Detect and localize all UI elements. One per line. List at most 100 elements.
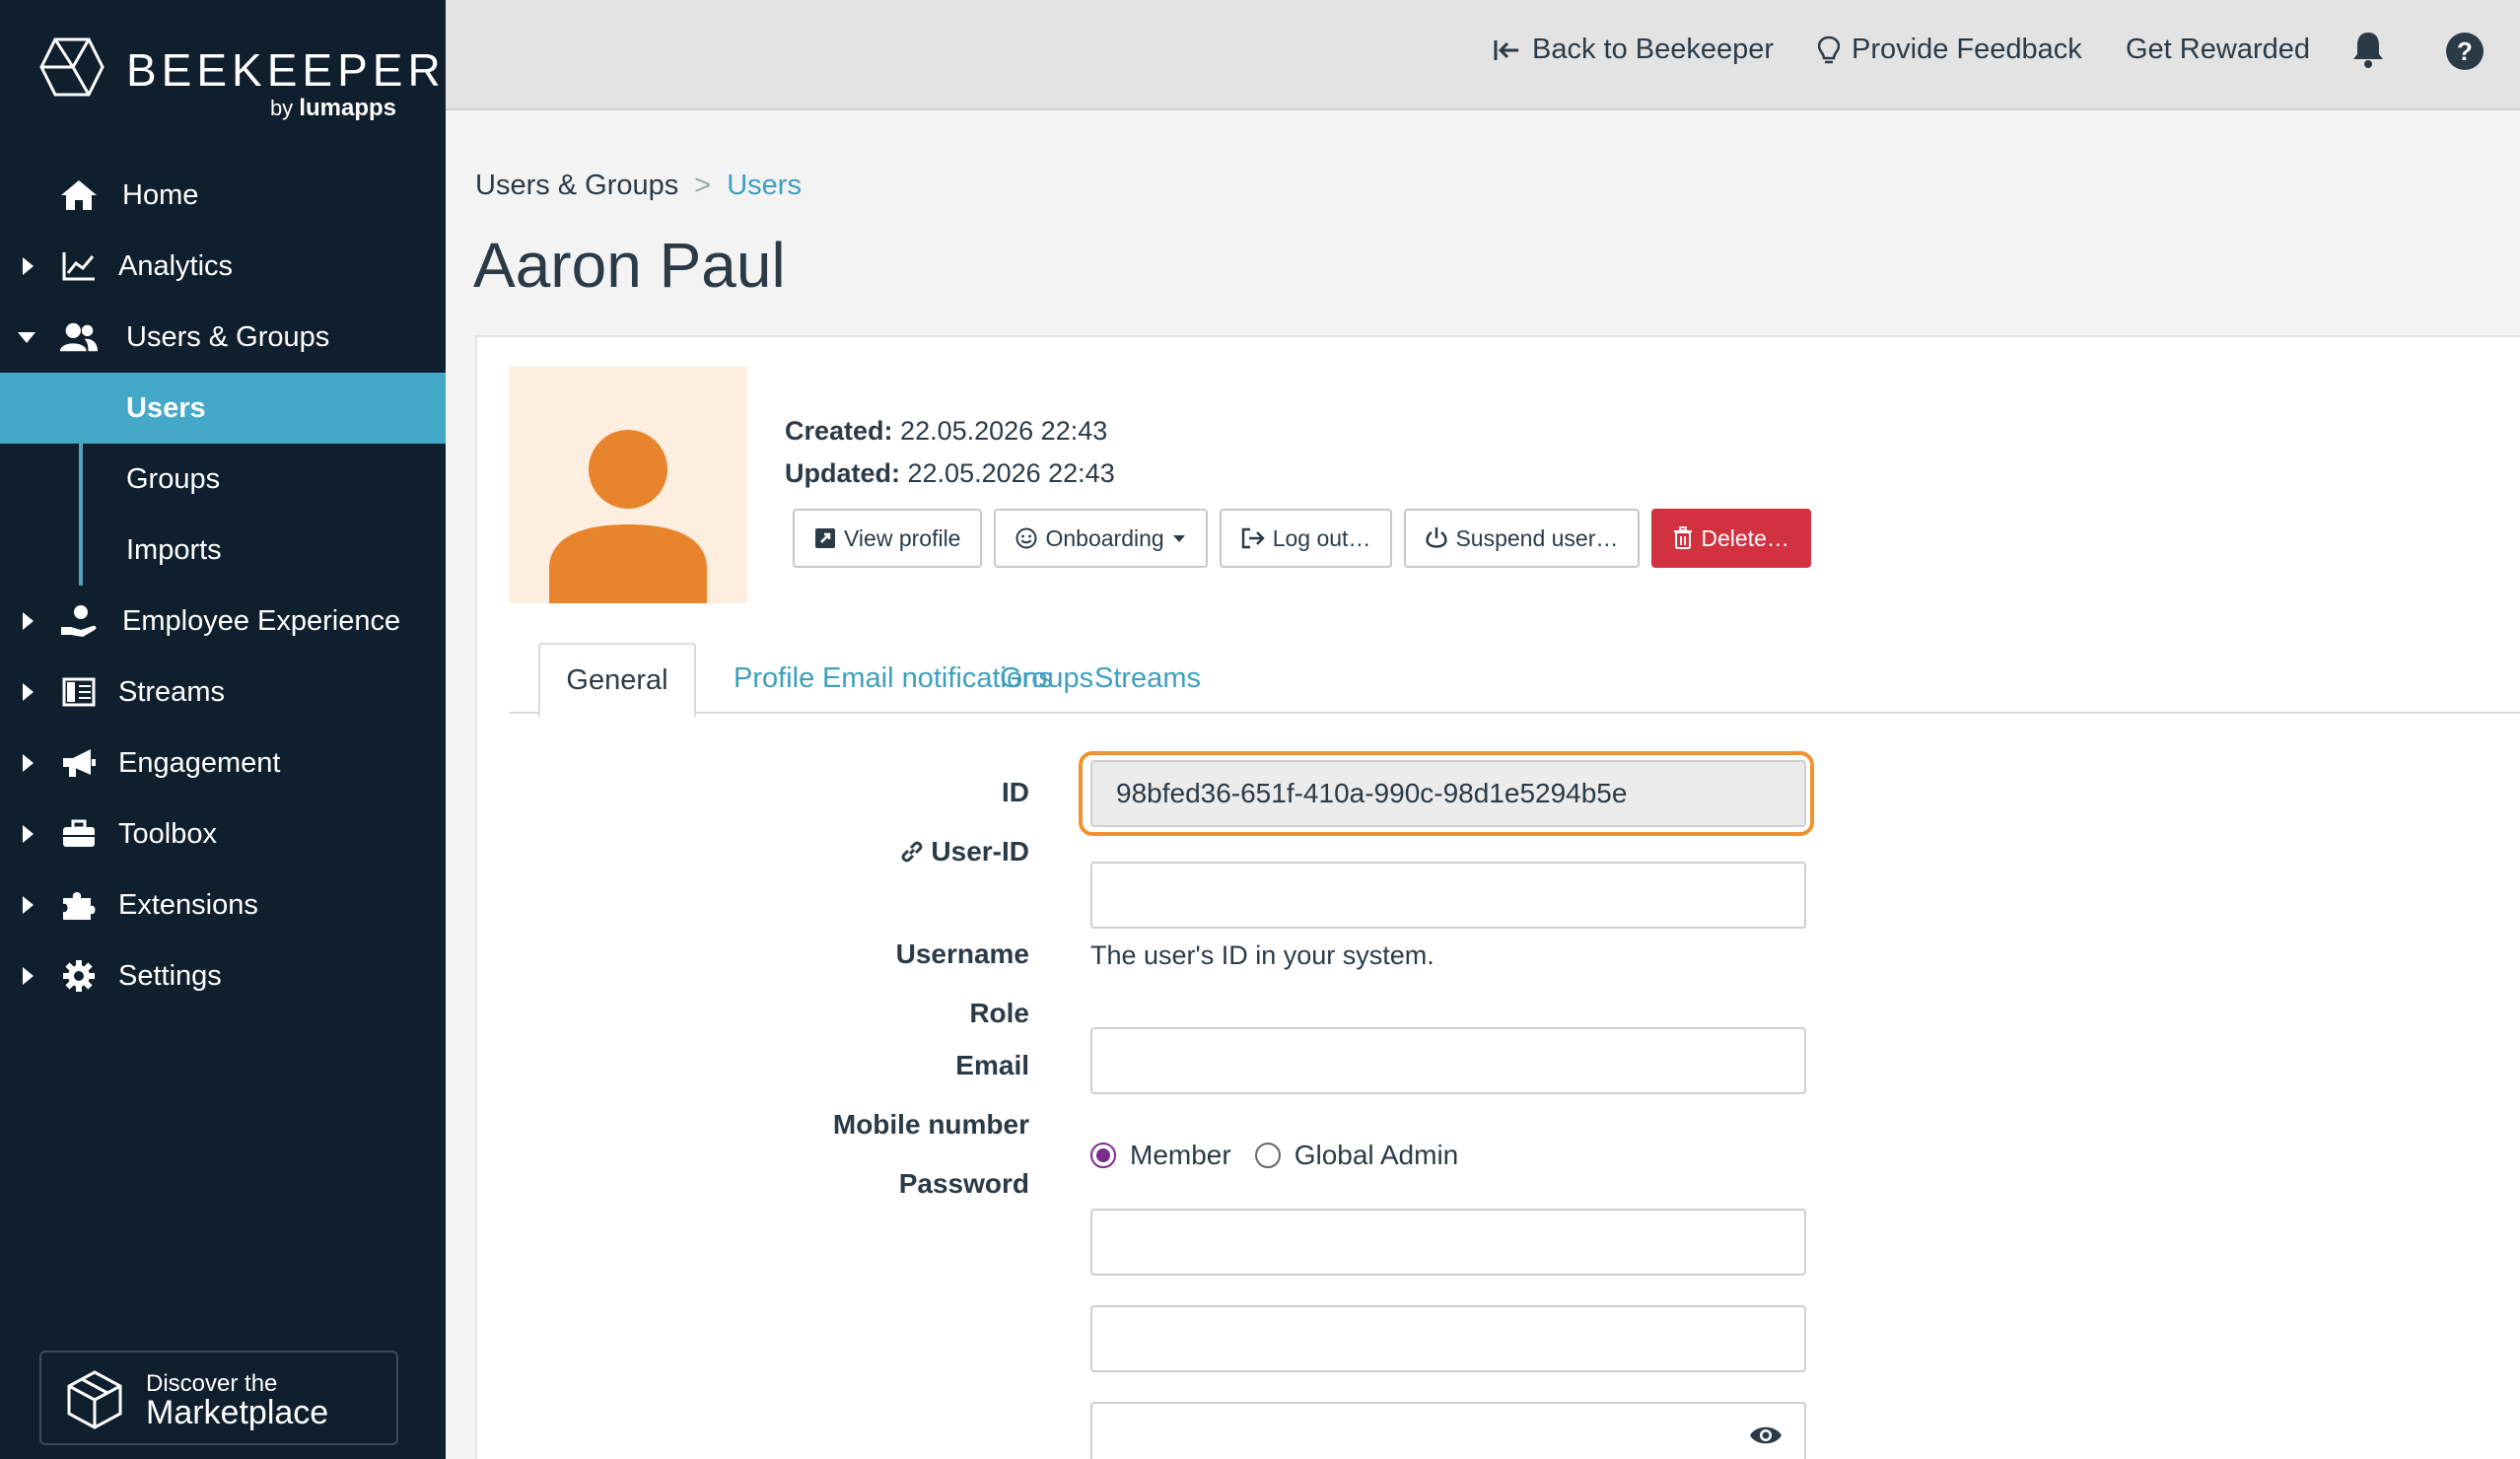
gear-icon	[59, 958, 99, 994]
sidebar-item-engagement[interactable]: Engagement	[0, 728, 446, 799]
role-member-radio[interactable]	[1090, 1143, 1116, 1168]
provide-feedback-link[interactable]: Provide Feedback	[1818, 34, 2082, 66]
user-tabs: General Profile Email notifications Grou…	[509, 641, 2520, 718]
arrow-left-to-line-icon	[1494, 39, 1518, 60]
user-placeholder-icon	[549, 430, 707, 603]
delete-label: Delete…	[1701, 524, 1789, 551]
get-rewarded-link[interactable]: Get Rewarded	[2126, 34, 2310, 66]
back-to-beekeeper-link[interactable]: Back to Beekeeper	[1493, 34, 1774, 66]
tab-streams[interactable]: Streams	[1094, 641, 1201, 716]
get-rewarded-label: Get Rewarded	[2126, 34, 2310, 65]
discover-marketplace-button[interactable]: Discover the Marketplace	[39, 1351, 398, 1445]
onboarding-dropdown-button[interactable]: Onboarding	[994, 509, 1208, 568]
sidebar-item-label: Toolbox	[118, 817, 217, 850]
home-icon	[59, 177, 99, 213]
sidebar-item-label: Home	[122, 178, 199, 211]
sidebar-item-analytics[interactable]: Analytics	[0, 231, 446, 302]
tab-groups[interactable]: Groups	[1000, 641, 1093, 716]
sidebar-subitem-label: Users	[126, 391, 206, 424]
mobile-number-field[interactable]	[1090, 1305, 1806, 1372]
sidebar-subitem-users[interactable]: Users	[0, 373, 446, 444]
line-chart-icon	[59, 248, 99, 284]
notifications-button[interactable]	[2350, 30, 2398, 69]
eye-icon[interactable]	[1749, 1424, 1783, 1447]
username-label: Username	[895, 938, 1029, 969]
tab-general[interactable]: General	[538, 643, 696, 718]
users-groups-subnav: Users Groups Imports	[0, 373, 446, 586]
role-global-admin-label[interactable]: Global Admin	[1295, 1140, 1459, 1171]
avatar[interactable]	[509, 367, 747, 603]
user-id-help-text: The user's ID in your system.	[1090, 940, 1435, 970]
caret-right-icon	[23, 967, 34, 985]
email-field[interactable]	[1090, 1209, 1806, 1276]
password-label: Password	[898, 1168, 1029, 1199]
sidebar-item-label: Engagement	[118, 746, 281, 779]
password-field[interactable]	[1090, 1402, 1806, 1459]
sidebar-item-home[interactable]: Home	[0, 160, 446, 231]
id-field[interactable]: 98bfed36-651f-410a-990c-98d1e5294b5e	[1090, 760, 1806, 827]
role-global-admin-radio[interactable]	[1254, 1143, 1281, 1168]
tab-profile[interactable]: Profile	[734, 641, 814, 716]
hand-heart-icon	[59, 603, 99, 639]
mobile-number-label: Mobile number	[832, 1109, 1029, 1140]
beekeeper-logo-icon	[39, 37, 105, 97]
toolbox-icon	[59, 816, 99, 852]
users-icon	[59, 319, 99, 355]
breadcrumb-current[interactable]: Users	[727, 170, 802, 202]
breadcrumb-separator: >	[694, 170, 712, 201]
onboarding-label: Onboarding	[1045, 524, 1164, 551]
caret-down-icon	[18, 332, 35, 343]
role-radio-group: Member Global Admin	[1090, 1140, 1458, 1171]
bell-icon	[2353, 33, 2383, 68]
brand-byline: by lumapps	[269, 95, 396, 121]
sidebar-item-employee-experience[interactable]: Employee Experience	[0, 586, 446, 657]
sign-out-icon	[1241, 527, 1265, 549]
sidebar-item-toolbox[interactable]: Toolbox	[0, 799, 446, 869]
back-to-beekeeper-label: Back to Beekeeper	[1532, 34, 1775, 65]
caret-right-icon	[23, 257, 34, 275]
sidebar-item-label: Users & Groups	[126, 320, 330, 353]
suspend-user-label: Suspend user…	[1455, 524, 1619, 551]
page-title: Aaron Paul	[473, 230, 786, 301]
caret-right-icon	[23, 612, 34, 630]
caret-down-icon	[1172, 535, 1185, 542]
user-id-field[interactable]	[1090, 862, 1806, 929]
log-out-button[interactable]: Log out…	[1219, 509, 1393, 568]
sidebar-subitem-imports[interactable]: Imports	[0, 515, 446, 586]
sidebar-item-extensions[interactable]: Extensions	[0, 869, 446, 940]
sidebar-subitem-label: Imports	[126, 533, 222, 566]
view-profile-button[interactable]: View profile	[793, 509, 983, 568]
user-id-label: User-ID	[899, 836, 1029, 868]
caret-right-icon	[23, 754, 34, 772]
delete-user-button[interactable]: Delete…	[1651, 509, 1811, 568]
top-bar: Back to Beekeeper Provide Feedback Get R…	[446, 0, 2520, 110]
megaphone-icon	[59, 745, 99, 781]
smile-icon	[1015, 527, 1037, 549]
view-profile-label: View profile	[844, 524, 961, 551]
sidebar: BEEKEEPER by lumapps Home Analytics User…	[0, 0, 446, 1459]
suspend-user-button[interactable]: Suspend user…	[1404, 509, 1641, 568]
user-detail-card: Created: 22.05.2026 22:43 Updated: 22.05…	[475, 335, 2520, 1459]
sidebar-subitem-label: Groups	[126, 462, 221, 495]
updated-value: 22.05.2026 22:43	[907, 458, 1115, 488]
brand-logo[interactable]: BEEKEEPER by lumapps	[39, 37, 441, 126]
username-field[interactable]	[1090, 1027, 1806, 1094]
help-button[interactable]: ?	[2445, 32, 2496, 71]
power-icon	[1426, 527, 1448, 548]
trash-icon	[1674, 526, 1693, 549]
user-meta: Created: 22.05.2026 22:43 Updated: 22.05…	[785, 410, 1115, 495]
sidebar-item-streams[interactable]: Streams	[0, 657, 446, 728]
marketplace-line2: Marketplace	[146, 1394, 329, 1431]
breadcrumb-parent[interactable]: Users & Groups	[475, 170, 678, 202]
svg-text:?: ?	[2457, 36, 2473, 66]
id-label: ID	[1002, 777, 1029, 807]
sidebar-subitem-groups[interactable]: Groups	[0, 444, 446, 515]
sidebar-item-label: Extensions	[118, 888, 258, 921]
external-link-icon	[815, 528, 835, 548]
sidebar-item-settings[interactable]: Settings	[0, 940, 446, 1011]
role-member-label[interactable]: Member	[1130, 1140, 1231, 1171]
help-icon: ?	[2446, 33, 2484, 70]
sidebar-item-label: Streams	[118, 675, 225, 708]
link-icon	[902, 841, 923, 863]
sidebar-item-users-groups[interactable]: Users & Groups	[0, 302, 446, 373]
